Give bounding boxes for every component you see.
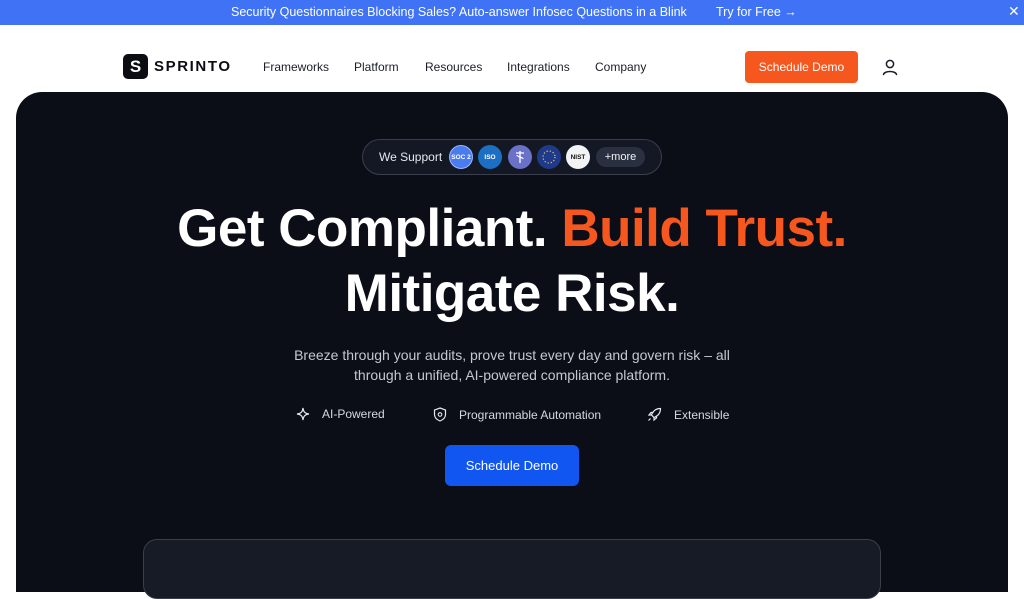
announcement-message[interactable]: Security Questionnaires Blocking Sales? … — [231, 5, 687, 19]
headline-get-compliant: Get Compliant. — [177, 199, 562, 258]
headline-build-trust: Build Trust. — [561, 199, 847, 258]
feature-programmable-automation: Programmable Automation — [433, 407, 601, 422]
headline-line-1: Get Compliant. Build Trust. — [0, 198, 1024, 259]
feature-label: Extensible — [674, 407, 730, 422]
headline-line-2: Mitigate Risk. — [344, 264, 680, 323]
hero-subtitle-line-2: through a unified, AI-powered compliance… — [354, 367, 670, 383]
nav-integrations[interactable]: Integrations — [507, 60, 570, 74]
nav-frameworks[interactable]: Frameworks — [263, 60, 329, 74]
we-support-label: We Support — [379, 150, 443, 164]
feature-label: AI-Powered — [322, 407, 385, 421]
iso-badge-text: ISO — [484, 153, 496, 161]
nav-company[interactable]: Company — [595, 60, 646, 74]
rocket-icon — [647, 407, 662, 422]
try-for-free-link[interactable]: Try for Free → — [716, 5, 797, 19]
feature-label: Programmable Automation — [459, 407, 602, 422]
hipaa-badge-icon — [508, 145, 532, 169]
product-preview-frame — [143, 539, 881, 599]
feature-ai-powered: AI-Powered — [296, 407, 385, 421]
iso-badge-icon: ISO — [478, 145, 502, 169]
feature-extensible: Extensible — [647, 407, 729, 422]
sprinto-logo[interactable]: S SPRINTO — [123, 54, 232, 79]
shield-icon — [433, 407, 447, 422]
soc2-badge-text: SOC 2 — [451, 153, 471, 161]
user-icon[interactable] — [881, 58, 899, 76]
hero-subtitle-line-1: Breeze through your audits, prove trust … — [294, 347, 730, 363]
schedule-demo-nav-button[interactable]: Schedule Demo — [745, 51, 858, 83]
sparkle-icon — [296, 407, 310, 421]
nist-badge-icon: NIST — [566, 145, 590, 169]
nav-resources[interactable]: Resources — [425, 60, 482, 74]
close-icon[interactable]: ✕ — [1008, 3, 1020, 20]
nav-platform[interactable]: Platform — [354, 60, 399, 74]
logo-text: SPRINTO — [154, 58, 232, 75]
soc2-badge-icon: SOC 2 — [449, 145, 473, 169]
logo-mark: S — [123, 54, 148, 79]
announcement-bar: Security Questionnaires Blocking Sales? … — [0, 0, 1024, 25]
schedule-demo-hero-button[interactable]: Schedule Demo — [445, 445, 579, 486]
more-frameworks-pill[interactable]: +more — [596, 147, 645, 167]
nist-badge-text: NIST — [570, 153, 586, 161]
gdpr-badge-icon — [537, 145, 561, 169]
